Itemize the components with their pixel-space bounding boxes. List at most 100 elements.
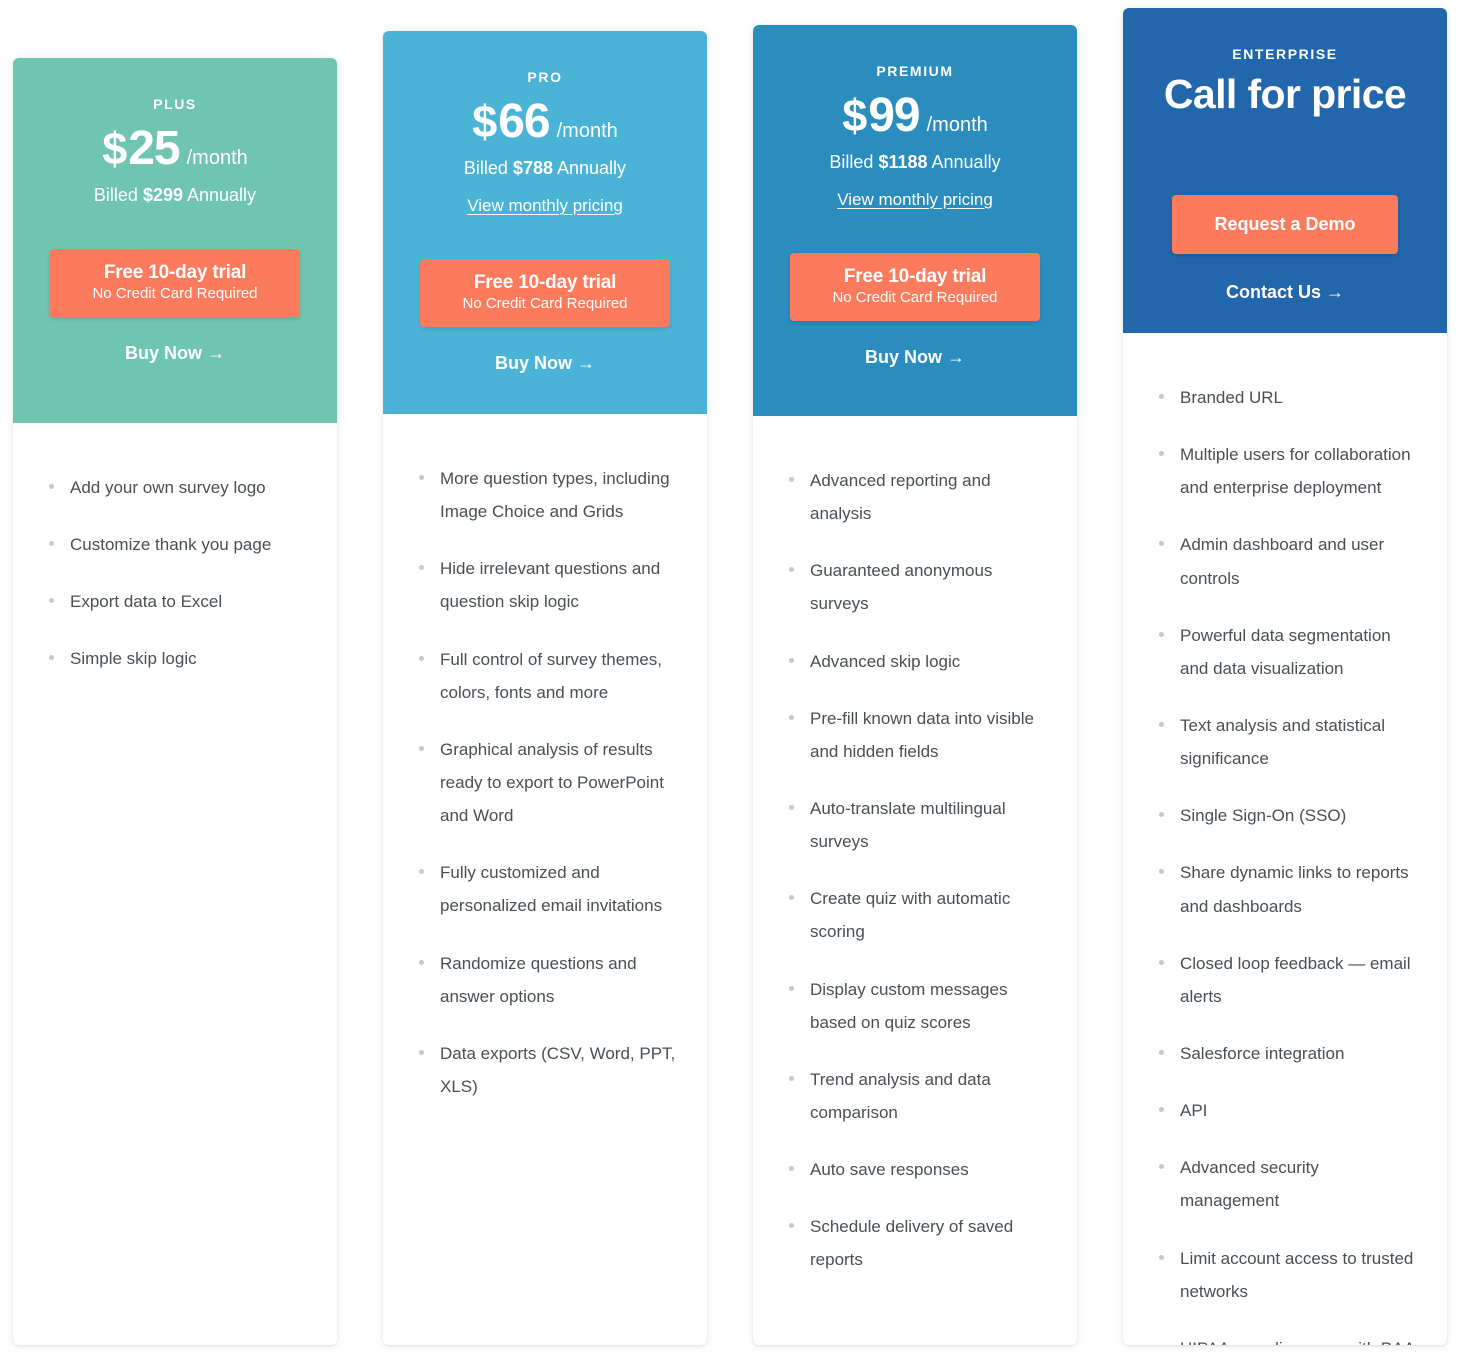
list-item: Data exports (CSV, Word, PPT, XLS)	[417, 1037, 679, 1103]
list-item: Multiple users for collaboration and ent…	[1157, 438, 1419, 504]
bullet-icon	[419, 745, 424, 751]
list-item: Pre-fill known data into visible and hid…	[787, 702, 1049, 768]
list-item: API	[1157, 1094, 1419, 1127]
price-currency: $	[102, 123, 127, 174]
buy-now-link-plus[interactable]: Buy Now →	[35, 343, 315, 364]
list-item: Salesforce integration	[1157, 1037, 1419, 1070]
buy-now-link-premium[interactable]: Buy Now →	[775, 347, 1055, 368]
bullet-icon	[419, 475, 424, 480]
bullet-icon	[1159, 959, 1164, 965]
feature-text: Export data to Excel	[70, 592, 223, 612]
billed-prefix: Billed	[463, 158, 513, 178]
free-trial-button-pro[interactable]: Free 10-day trial No Credit Card Require…	[420, 259, 670, 327]
bullet-icon	[419, 959, 424, 965]
billed-prefix: Billed	[93, 185, 143, 205]
plan-card-pro: PRO $ 66 /month Billed $788 Annually Vie…	[383, 31, 707, 1345]
bullet-icon	[1159, 1254, 1164, 1260]
plan-header-plus: PLUS $ 25 /month Billed $299 Annually Fr…	[13, 58, 337, 423]
feature-text: Advanced security management	[1180, 1158, 1319, 1211]
bullet-icon	[1159, 394, 1164, 399]
list-item: Guaranteed anonymous surveys	[787, 554, 1049, 620]
list-item: Powerful data segmentation and data visu…	[1157, 619, 1419, 685]
trial-button-subtitle: No Credit Card Required	[832, 289, 998, 306]
feature-text: Auto save responses	[810, 1160, 969, 1180]
bullet-icon	[49, 484, 54, 489]
feature-text: Fully customized and personalized email …	[440, 863, 663, 916]
feature-text: Customize thank you page	[70, 535, 272, 555]
billed-amount: $1188	[878, 152, 928, 172]
bullet-icon	[1159, 812, 1164, 818]
bullet-icon	[789, 714, 794, 720]
list-item: Schedule delivery of saved reports	[787, 1210, 1049, 1276]
feature-text: Text analysis and statistical significan…	[1180, 715, 1386, 769]
bullet-icon	[789, 1166, 794, 1172]
bullet-icon	[789, 1075, 794, 1081]
list-item: Add your own survey logo	[47, 471, 309, 504]
bullet-icon	[1159, 1107, 1164, 1113]
list-item: Single Sign-On (SSO)	[1157, 799, 1419, 832]
list-item: More question types, including Image Cho…	[417, 462, 679, 528]
free-trial-button-plus[interactable]: Free 10-day trial No Credit Card Require…	[50, 249, 300, 317]
feature-list-plus: Add your own survey logo Customize thank…	[13, 423, 337, 1345]
feature-text: Hide irrelevant questions and question s…	[440, 559, 661, 612]
bullet-icon	[789, 657, 794, 663]
contact-us-link[interactable]: Contact Us →	[1145, 282, 1425, 303]
plan-card-enterprise: ENTERPRISE Call for price Request a Demo…	[1123, 8, 1447, 1345]
feature-text: More question types, including Image Cho…	[440, 469, 670, 522]
plan-header-pro: PRO $ 66 /month Billed $788 Annually Vie…	[383, 31, 707, 414]
view-monthly-pricing-link-pro[interactable]: View monthly pricing	[467, 196, 623, 216]
list-item: Branded URL	[1157, 381, 1419, 414]
feature-list-premium: Advanced reporting and analysis Guarante…	[753, 416, 1077, 1345]
bullet-icon	[1159, 451, 1164, 457]
bullet-icon	[789, 477, 794, 482]
call-for-price-headline: Call for price	[1163, 71, 1407, 117]
free-trial-button-premium[interactable]: Free 10-day trial No Credit Card Require…	[790, 253, 1040, 321]
feature-text: Schedule delivery of saved reports	[810, 1217, 1014, 1270]
feature-text: Full control of survey themes, colors, f…	[440, 649, 663, 702]
bullet-icon	[419, 869, 424, 875]
plan-card-plus: PLUS $ 25 /month Billed $299 Annually Fr…	[13, 58, 337, 1345]
plan-header-premium: PREMIUM $ 99 /month Billed $1188 Annuall…	[753, 25, 1077, 416]
list-item: Full control of survey themes, colors, f…	[417, 643, 679, 709]
feature-text: Simple skip logic	[70, 649, 197, 669]
pricing-plans-grid: PLUS $ 25 /month Billed $299 Annually Fr…	[0, 0, 1460, 1356]
plan-card-premium: PREMIUM $ 99 /month Billed $1188 Annuall…	[753, 25, 1077, 1345]
feature-text: Branded URL	[1180, 388, 1284, 407]
list-item: Customize thank you page	[47, 528, 309, 561]
list-item: Advanced skip logic	[787, 645, 1049, 678]
bullet-icon	[789, 804, 794, 810]
trial-button-subtitle: No Credit Card Required	[462, 295, 628, 312]
list-item: Closed loop feedback — email alerts	[1157, 947, 1419, 1013]
list-item: Auto-translate multilingual surveys	[787, 792, 1049, 858]
price-period: /month	[556, 120, 618, 142]
price-currency: $	[842, 90, 867, 141]
feature-text: Advanced reporting and analysis	[810, 471, 991, 524]
bullet-icon	[1159, 541, 1164, 547]
plan-name-pro: PRO	[527, 69, 563, 85]
bullet-icon	[49, 655, 54, 661]
feature-text: Display custom messages based on quiz sc…	[810, 979, 1008, 1032]
feature-text: HIPAA compliance — with BAA	[1180, 1339, 1415, 1345]
billed-suffix: Annually	[183, 185, 257, 205]
list-item: Hide irrelevant questions and question s…	[417, 552, 679, 618]
plan-name-plus: PLUS	[153, 96, 197, 112]
bullet-icon	[1159, 721, 1164, 727]
request-demo-button[interactable]: Request a Demo	[1172, 195, 1398, 254]
plan-price-premium: $ 99 /month	[775, 88, 1055, 143]
price-amount: 25	[128, 122, 180, 175]
list-item: HIPAA compliance — with BAA	[1157, 1332, 1419, 1345]
feature-list-pro: More question types, including Image Cho…	[383, 414, 707, 1345]
view-monthly-pricing-link-premium[interactable]: View monthly pricing	[837, 190, 993, 210]
price-period: /month	[926, 114, 988, 136]
list-item: Trend analysis and data comparison	[787, 1063, 1049, 1129]
bullet-icon	[49, 598, 54, 604]
buy-now-link-pro[interactable]: Buy Now →	[405, 353, 685, 374]
bullet-icon	[789, 895, 794, 901]
plan-price-pro: $ 66 /month	[405, 94, 685, 149]
plan-header-enterprise: ENTERPRISE Call for price Request a Demo…	[1123, 8, 1447, 333]
billed-annually-note-plus: Billed $299 Annually	[35, 185, 315, 206]
billed-annually-note-premium: Billed $1188 Annually	[775, 152, 1055, 173]
feature-list-enterprise: Branded URL Multiple users for collabora…	[1123, 333, 1447, 1345]
bullet-icon	[419, 565, 424, 571]
bullet-icon	[789, 985, 794, 991]
